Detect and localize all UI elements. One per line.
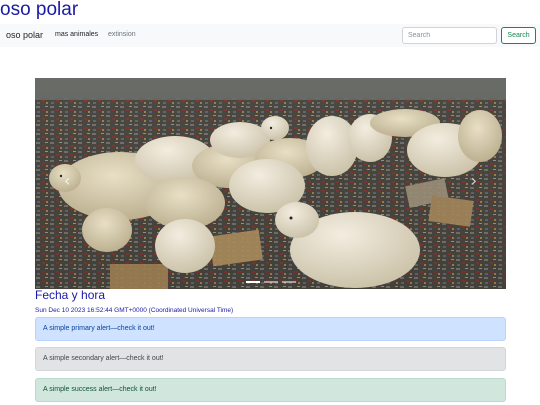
polar-bears-image [35, 78, 506, 289]
nav-link-mas-animales[interactable]: mas animales [55, 31, 98, 38]
search-button[interactable]: Search [501, 27, 536, 44]
alert-success: A simple success alert—check it out! [35, 378, 506, 402]
datetime-heading: Fecha y hora [35, 288, 106, 302]
carousel-prev-icon[interactable]: ‹ [64, 171, 70, 191]
alert-secondary: A simple secondary alert—check it out! [35, 347, 506, 371]
navbar: oso polar mas animales extinsion Search [0, 24, 540, 47]
carousel-next-icon[interactable]: › [471, 171, 477, 191]
image-carousel: ‹ › [35, 78, 506, 289]
site-title: oso polar [0, 0, 79, 20]
search-input[interactable] [402, 27, 497, 44]
carousel-indicator[interactable] [281, 281, 296, 283]
datetime-value: Sun Dec 10 2023 16:52:44 GMT+0000 (Coord… [35, 307, 234, 314]
nav-link-extinsion[interactable]: extinsion [108, 31, 136, 38]
navbar-brand[interactable]: oso polar [6, 30, 43, 40]
carousel-indicator[interactable] [263, 281, 278, 283]
alert-primary: A simple primary alert—check it out! [35, 317, 506, 341]
carousel-indicators [35, 281, 506, 283]
carousel-indicator[interactable] [245, 281, 260, 283]
